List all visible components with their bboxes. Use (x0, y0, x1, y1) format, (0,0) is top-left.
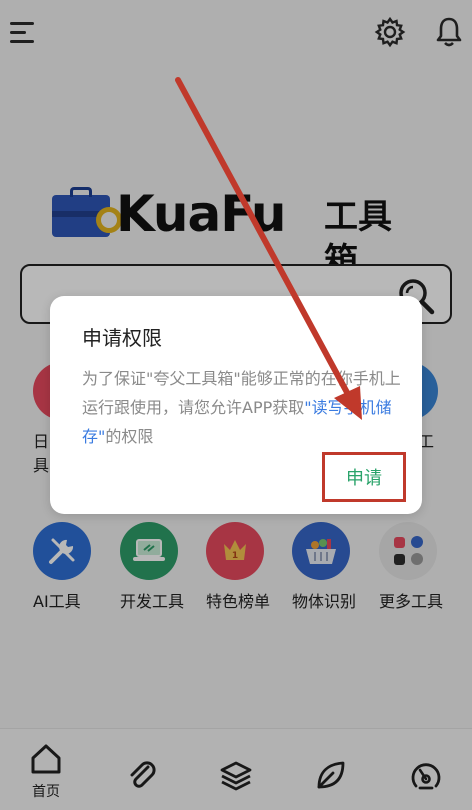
dialog-message: 为了保证"夸父工具箱"能够正常的在你手机上运行跟使用，请您允许APP获取"读写手… (82, 364, 402, 451)
permission-dialog: 申请权限 为了保证"夸父工具箱"能够正常的在你手机上运行跟使用，请您允许APP获… (50, 296, 422, 514)
dialog-message-suffix: 的权限 (105, 427, 154, 446)
apply-button[interactable]: 申请 (322, 452, 406, 502)
dialog-title: 申请权限 (82, 326, 162, 350)
